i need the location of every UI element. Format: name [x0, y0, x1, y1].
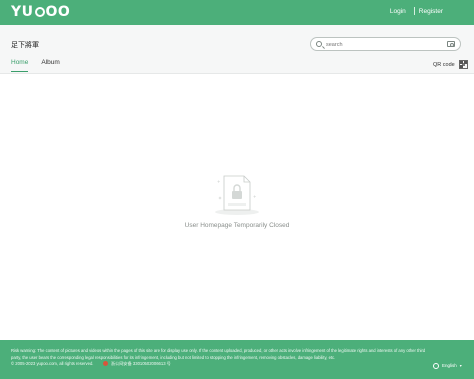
copyright-text: © 2005-2023 yupoo.com, all rights reserv…	[11, 361, 94, 366]
search-box[interactable]	[310, 37, 461, 51]
tab-album[interactable]: Album	[41, 59, 59, 72]
top-bar: YU OO Login Register	[0, 0, 474, 25]
globe-icon	[433, 363, 439, 370]
footer: Risk warning: The content of pictures an…	[0, 340, 474, 379]
tab-home[interactable]: Home	[11, 59, 29, 72]
store-name: 足下將軍	[11, 42, 39, 49]
search-input[interactable]	[326, 40, 436, 49]
register-link[interactable]: Register	[419, 8, 443, 15]
svg-text:+: +	[217, 179, 220, 184]
qr-code-link[interactable]: QR code	[433, 60, 468, 69]
locked-page-icon: + +	[215, 175, 259, 215]
copyright-row: © 2005-2023 yupoo.com, all rights reserv…	[11, 361, 463, 368]
yupoo-logo[interactable]: YU OO	[11, 4, 70, 20]
top-links: Login Register	[390, 7, 443, 15]
login-link[interactable]: Login	[390, 8, 406, 15]
empty-state: + + User Homepage Temporarily Closed	[0, 170, 474, 229]
svg-text:+: +	[253, 194, 256, 199]
logo-ring	[34, 7, 45, 17]
beian-link[interactable]: 浙公网安备 33010502006613 号	[111, 361, 171, 366]
tab-bar: Home Album	[11, 59, 73, 72]
divider	[413, 7, 415, 15]
language-label: English	[442, 363, 457, 368]
search-icon[interactable]	[316, 41, 322, 47]
qr-code-label: QR code	[433, 61, 455, 68]
camera-icon[interactable]	[447, 41, 455, 47]
qr-code-icon	[458, 60, 468, 69]
police-badge-icon	[102, 361, 108, 367]
language-selector[interactable]: English ▾	[433, 363, 462, 370]
empty-state-message: User Homepage Temporarily Closed	[184, 222, 290, 229]
risk-warning-line-1: Risk warning: The content of pictures an…	[11, 348, 426, 353]
chevron-down-icon: ▾	[459, 363, 462, 368]
